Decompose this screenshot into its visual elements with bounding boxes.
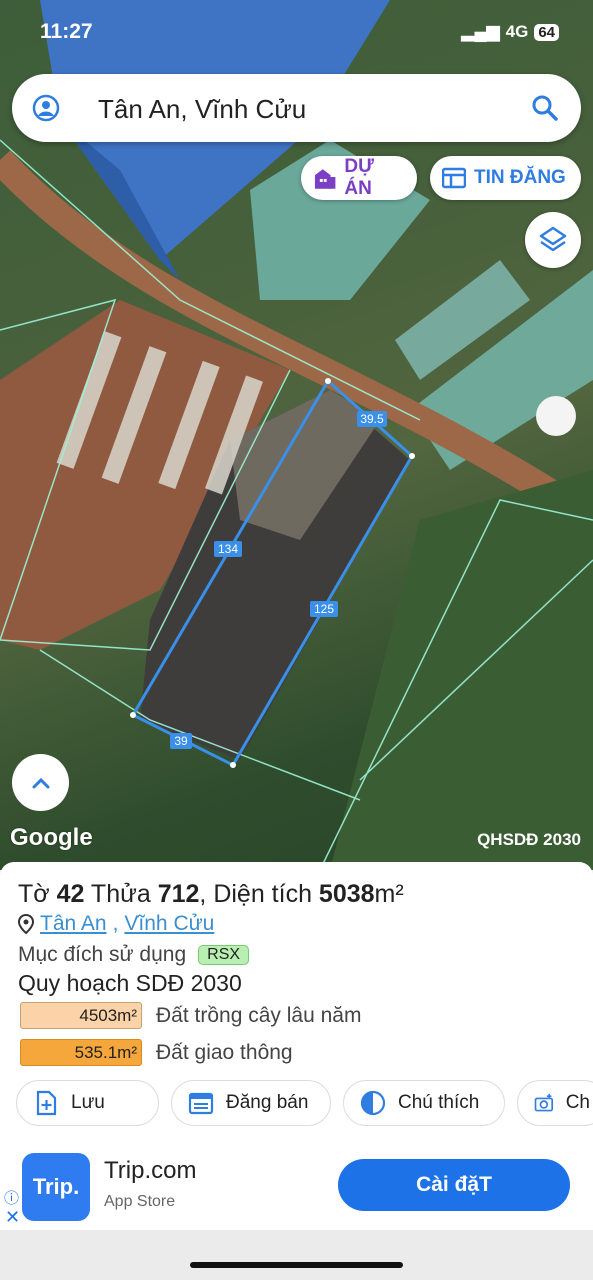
sheet-number: 42 [56, 880, 85, 908]
photo-button[interactable]: Ch [517, 1080, 593, 1126]
map-control-dot[interactable] [536, 396, 576, 436]
search-input[interactable]: Tân An, Vĩnh Cửu [98, 94, 306, 125]
chevron-up-icon [32, 777, 49, 788]
parcel-location: Tân An, Vĩnh Cửu [18, 912, 214, 936]
lot-number: 712 [157, 880, 200, 908]
expand-panel-button[interactable] [12, 754, 69, 811]
listing-chip-label: TIN ĐĂNG [474, 167, 566, 188]
ad-app-name: Trip.com [104, 1157, 197, 1184]
dim-top: 39.5 [360, 412, 384, 426]
search-icon[interactable] [531, 94, 559, 122]
calendar-icon [188, 1092, 214, 1115]
layers-button[interactable] [525, 212, 581, 268]
home-indicator[interactable] [190, 1262, 403, 1268]
search-bar[interactable]: Tân An, Vĩnh Cửu [12, 74, 581, 142]
dim-right: 125 [314, 602, 334, 616]
ad-banner[interactable]: ⓘ ✕ Trip. Trip.com App Store Cài đặT [0, 1147, 593, 1230]
project-chip[interactable]: DỰ ÁN [301, 156, 417, 200]
post-sale-button[interactable]: Đăng bán [171, 1080, 331, 1126]
parcel-title: Tờ 42 Thửa 712, Diện tích 5038m² [18, 880, 404, 908]
ward-link[interactable]: Tân An [40, 912, 107, 936]
camera-icon [534, 1093, 554, 1112]
plan-title: Quy hoạch SDĐ 2030 [18, 970, 242, 996]
status-bar: 11:27 ▂▄▆ 4G 64 [0, 18, 593, 46]
map-view[interactable]: 39.5 134 125 39 11:27 ▂▄▆ 4G 64 Tân An, … [0, 0, 593, 870]
contrast-icon [360, 1090, 386, 1116]
save-label: Lưu [71, 1092, 105, 1113]
layers-icon [539, 226, 567, 252]
ad-store-label: App Store [104, 1193, 176, 1210]
signal-icon: ▂▄▆ [461, 22, 500, 41]
zone-area: 535.1m² [20, 1039, 142, 1066]
parcel-area: 5038 [318, 880, 375, 908]
purpose-label: Mục đích sử dụng [18, 943, 187, 966]
network-label: 4G [505, 22, 529, 41]
user-icon[interactable] [32, 94, 60, 122]
zone-label: Đất giao thông [156, 1040, 293, 1064]
parcel-info-panel: Tờ 42 Thửa 712, Diện tích 5038m² Tân An,… [0, 862, 593, 1147]
district-link[interactable]: Vĩnh Cửu [124, 912, 214, 936]
map-layer-tag: QHSDĐ 2030 [477, 830, 581, 849]
photo-label: Ch [565, 1092, 590, 1113]
battery-icon: 64 [534, 23, 559, 41]
building-icon [314, 169, 336, 189]
legend-label: Chú thích [398, 1092, 480, 1113]
ad-info-icon[interactable]: ⓘ [4, 1187, 19, 1208]
google-logo: Google [10, 824, 93, 851]
dim-bottom: 39 [174, 734, 188, 748]
land-use-purpose: Mục đích sử dụng RSX [18, 943, 250, 967]
dim-left: 134 [218, 542, 238, 556]
purpose-badge: RSX [198, 945, 250, 965]
save-button[interactable]: Lưu [16, 1080, 159, 1126]
ad-app-logo: Trip. [22, 1153, 90, 1221]
ad-close-icon[interactable]: ✕ [5, 1207, 20, 1228]
status-indicators: ▂▄▆ 4G 64 [461, 22, 559, 42]
list-icon [442, 167, 466, 189]
home-area [0, 1230, 593, 1280]
legend-button[interactable]: Chú thích [343, 1080, 505, 1126]
save-icon [36, 1090, 57, 1116]
zone-row: 535.1m² Đất giao thông [20, 1039, 293, 1066]
action-bar: Lưu Đăng bán Chú thích Ch [16, 1080, 593, 1126]
post-sale-label: Đăng bán [226, 1092, 309, 1113]
zone-row: 4503m² Đất trồng cây lâu năm [20, 1002, 361, 1029]
project-chip-label: DỰ ÁN [344, 156, 374, 199]
listing-chip[interactable]: TIN ĐĂNG [430, 156, 581, 200]
zone-label: Đất trồng cây lâu năm [156, 1003, 362, 1027]
location-pin-icon [18, 914, 34, 934]
zone-area: 4503m² [20, 1002, 142, 1029]
status-time: 11:27 [40, 20, 93, 43]
ad-install-button[interactable]: Cài đặT [338, 1159, 570, 1211]
